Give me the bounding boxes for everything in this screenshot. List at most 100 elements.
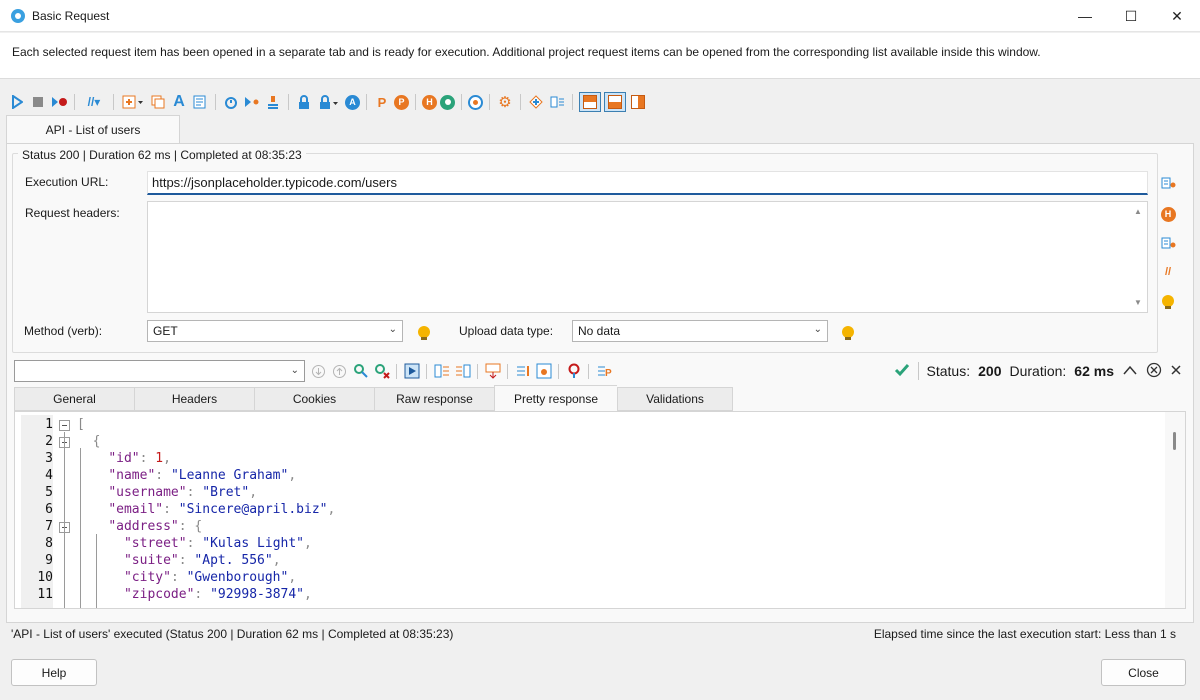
parameter-icon[interactable]: P [373,93,391,111]
tab-raw-response[interactable]: Raw response [374,387,494,411]
close-panel-icon[interactable] [1170,363,1182,379]
layout-bottom-icon[interactable] [604,92,626,112]
window-controls: — ☐ ✕ [1062,0,1200,32]
code-line: [ [77,417,85,432]
run-step-icon[interactable] [243,93,261,111]
tab-headers[interactable]: Headers [134,387,254,411]
headers-scrollbar[interactable]: ▲ ▼ [1130,202,1147,312]
method-select[interactable]: GET ⌄ [147,320,403,342]
layout-side-icon[interactable] [629,93,647,111]
url-options-icon[interactable] [1160,175,1176,191]
toolbar-divider [215,94,216,110]
method-value: GET [153,324,178,338]
play-response-icon[interactable] [403,363,420,380]
pretty-response-viewer[interactable]: 1 [2 {3 "id": 1, 4 "name": "Leanne Graham"… [14,411,1186,609]
run-cancel-icon[interactable] [50,93,68,111]
proxy-icon[interactable]: P [394,94,409,110]
method-hint-bulb-icon[interactable] [418,326,430,340]
add-item-icon[interactable] [120,93,146,111]
execution-url-input[interactable]: https://jsonplaceholder.typicode.com/use… [147,171,1148,195]
toolbar-divider [366,94,367,110]
close-button[interactable]: Close [1101,659,1186,686]
request-headers-input[interactable]: ▲ ▼ [147,201,1148,313]
run-icon[interactable] [8,93,26,111]
tab-cookies[interactable]: Cookies [254,387,374,411]
toolbar-divider [477,363,478,379]
pin-icon[interactable] [565,363,582,380]
headers-hint-bulb-icon[interactable] [1160,293,1176,309]
cancel-circle-icon[interactable] [1146,362,1162,381]
upload-data-type-select[interactable]: No data ⌄ [572,320,828,342]
status-bar-right: Elapsed time since the last execution st… [873,627,1176,641]
line-number: 6 [45,502,53,517]
download-icon[interactable] [310,363,327,380]
line-number: 10 [37,570,53,585]
scroll-down-icon[interactable]: ▼ [1134,298,1142,307]
headers-options-icon[interactable]: H [1160,206,1176,222]
fold-toggle-icon[interactable] [59,420,70,431]
check-icon [894,363,910,380]
target-icon[interactable] [468,94,483,110]
comment-icon[interactable]: //▾ [81,93,107,111]
scroll-thumb[interactable] [1173,432,1176,450]
toolbar-divider [558,363,559,379]
line-number: 5 [45,485,53,500]
scroll-up-icon[interactable]: ▲ [1134,207,1142,216]
stack-icon[interactable] [264,93,282,111]
minimize-button[interactable]: — [1062,0,1108,32]
help-button[interactable]: Help [11,659,97,686]
main-toolbar: //▾ A A P P H ⚙ [8,91,647,113]
lock-icon[interactable] [295,93,313,111]
svg-text:P: P [605,368,612,378]
timer-icon[interactable] [222,93,240,111]
export-icon[interactable] [484,363,501,380]
maximize-button[interactable]: ☐ [1108,0,1154,32]
upload-icon[interactable] [331,363,348,380]
document-icon[interactable] [191,93,209,111]
headers-list-icon[interactable] [1160,235,1176,251]
app-icon [11,8,25,23]
headers-icon[interactable]: H [422,94,437,110]
close-window-button[interactable]: ✕ [1154,0,1200,32]
settings-icon[interactable]: ⚙ [496,93,514,111]
sort-icon[interactable] [514,363,531,380]
tab-validations[interactable]: Validations [617,387,733,411]
response-filter-select[interactable]: ⌄ [14,360,305,382]
split-right-icon[interactable] [454,363,471,380]
copy-icon[interactable] [149,93,167,111]
settings-view-icon[interactable] [535,363,552,380]
status-value: 200 [978,363,1002,379]
response-status: Status: 200 Duration: 62 ms [894,361,1182,381]
response-tabs: General Headers Cookies Raw response Pre… [14,385,733,411]
chevron-down-icon: ⌄ [388,324,397,335]
find-icon[interactable] [352,363,369,380]
fold-guide [64,534,65,608]
code-line: "zipcode": "92998-3874", [123,587,312,602]
list-view-icon[interactable] [548,93,566,111]
text-icon[interactable]: A [170,93,188,111]
toolbar-divider [396,363,397,379]
code-line: "city": "Gwenborough", [123,570,297,585]
tab-pretty-response[interactable]: Pretty response [494,385,617,411]
lock-dropdown-icon[interactable] [316,93,342,111]
layout-top-icon[interactable] [579,92,601,112]
chevron-up-icon[interactable] [1122,363,1138,379]
tab-general[interactable]: General [14,387,134,411]
comment-headers-icon[interactable]: // [1160,264,1176,280]
add-request-icon[interactable] [527,93,545,111]
stop-icon[interactable] [29,93,47,111]
code-scrollbar[interactable] [1165,412,1185,608]
split-left-icon[interactable] [433,363,450,380]
toolbar-divider [426,363,427,379]
record-icon[interactable] [440,94,455,110]
format-icon[interactable]: P [595,363,612,380]
line-number: 3 [45,451,53,466]
tab-api-list-of-users[interactable]: API - List of users [6,115,180,144]
chevron-down-icon: ⌄ [813,324,822,335]
auth-icon[interactable]: A [345,94,360,110]
info-message: Each selected request item has been open… [0,33,1200,79]
line-number: 9 [45,553,53,568]
toolbar-divider [507,363,508,379]
clear-find-icon[interactable] [373,363,390,380]
upload-hint-bulb-icon[interactable] [842,326,854,340]
